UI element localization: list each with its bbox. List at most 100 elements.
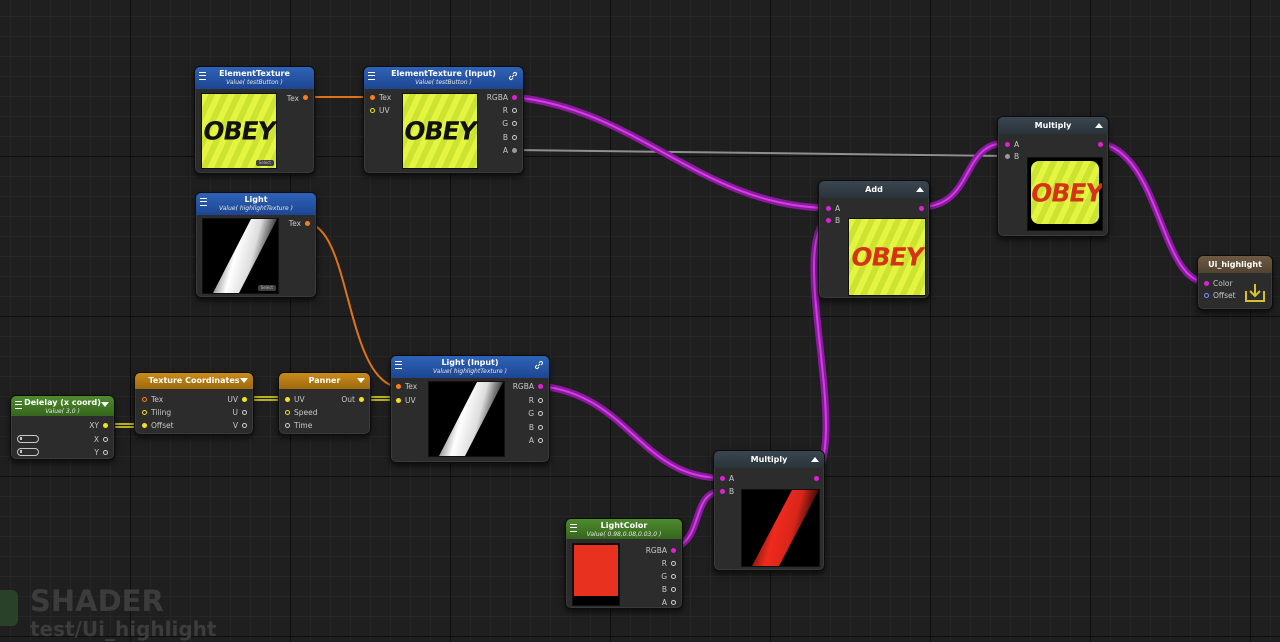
port-label: A [502, 146, 508, 155]
port-uv-output[interactable] [242, 397, 247, 402]
port-label: UV [379, 106, 390, 115]
node-header[interactable]: Texture Coordinates [135, 373, 253, 389]
port-time-input[interactable] [285, 423, 290, 428]
menu-icon[interactable] [199, 72, 206, 80]
color-swatch[interactable] [572, 543, 620, 606]
port-label: Time [294, 421, 313, 430]
node-header[interactable]: Light Value( highlightTexture ) [196, 193, 316, 215]
node-multiply-top[interactable]: Multiply A B OBEY [997, 116, 1109, 237]
port-b-input[interactable] [720, 489, 725, 494]
node-header[interactable]: Multiply [714, 451, 824, 468]
node-title: LightColor [600, 521, 648, 530]
node-header[interactable]: Add [819, 181, 929, 198]
node-light-input[interactable]: Light (Input) Value( highlightTexture ) … [390, 355, 550, 463]
port-tex-output[interactable] [305, 221, 310, 226]
port-a-output[interactable] [538, 438, 543, 443]
port-rgba-output[interactable] [538, 384, 543, 389]
port-offset-input[interactable] [1204, 293, 1209, 298]
port-tex-output[interactable] [303, 95, 308, 100]
node-header[interactable]: Delelay (x coord) Value( 3,0 ) [11, 396, 114, 416]
menu-icon[interactable] [395, 361, 402, 369]
node-add[interactable]: Add A B OBEY [818, 180, 930, 299]
port-a-input[interactable] [720, 476, 725, 481]
node-value: Value( 3,0 ) [45, 408, 80, 415]
port-offset-input[interactable] [142, 423, 147, 428]
x-field[interactable] [17, 435, 39, 443]
port-r-output[interactable] [512, 108, 517, 113]
collapse-icon[interactable] [1095, 123, 1103, 128]
port-label: RGBA [645, 546, 667, 555]
link-icon[interactable] [508, 71, 518, 81]
port-g-output[interactable] [512, 121, 517, 126]
node-header[interactable]: Ui_highlight [1198, 256, 1272, 273]
menu-icon[interactable] [570, 524, 577, 532]
multiply-preview: OBEY [1027, 157, 1103, 231]
node-element-texture[interactable]: ElementTexture Value( testButton ) OBEY … [194, 66, 315, 174]
dropdown-icon[interactable] [101, 402, 109, 407]
node-texture-coordinates[interactable]: Texture Coordinates Tex Tiling Offset UV… [134, 372, 254, 435]
select-button[interactable]: Select [257, 285, 276, 291]
port-b-input[interactable] [826, 218, 831, 223]
port-y-output[interactable] [103, 450, 108, 455]
node-header[interactable]: Panner [279, 373, 370, 389]
node-element-texture-input[interactable]: ElementTexture (Input) Value( testButton… [363, 66, 524, 174]
node-title: Light [244, 195, 268, 204]
port-rgba-output[interactable] [671, 548, 676, 553]
node-header[interactable]: LightColor Value( 0.98,0.08,0.03,0 ) [566, 519, 682, 539]
collapse-icon[interactable] [916, 187, 924, 192]
port-speed-input[interactable] [285, 410, 290, 415]
port-color-input[interactable] [1204, 281, 1209, 286]
port-uv-input[interactable] [370, 108, 375, 113]
port-r-output[interactable] [671, 561, 676, 566]
node-ui-highlight[interactable]: Ui_highlight Color Offset [1197, 255, 1273, 310]
port-tex-input[interactable] [142, 397, 147, 402]
port-b-input[interactable] [1005, 154, 1010, 159]
menu-icon[interactable] [200, 198, 207, 206]
port-output[interactable] [814, 476, 819, 481]
select-button[interactable]: Select [255, 160, 274, 166]
port-a-input[interactable] [826, 206, 831, 211]
node-light[interactable]: Light Value( highlightTexture ) Select T… [195, 192, 317, 298]
node-header[interactable]: Light (Input) Value( highlightTexture ) [391, 356, 549, 378]
port-xy-output[interactable] [103, 423, 108, 428]
port-out-output[interactable] [359, 397, 364, 402]
port-tiling-input[interactable] [142, 410, 147, 415]
link-icon[interactable] [534, 360, 544, 370]
port-a-output[interactable] [512, 148, 517, 153]
menu-icon[interactable] [368, 72, 375, 80]
port-uv-input[interactable] [396, 398, 401, 403]
node-header[interactable]: ElementTexture Value( testButton ) [195, 67, 314, 89]
port-label: B [528, 423, 534, 432]
port-label: A [528, 436, 534, 445]
node-header[interactable]: Multiply [998, 117, 1108, 134]
y-field[interactable] [17, 448, 39, 456]
port-rgba-output[interactable] [512, 95, 517, 100]
port-r-output[interactable] [538, 398, 543, 403]
port-a-output[interactable] [671, 600, 676, 605]
node-panner[interactable]: Panner UV Speed Time Out [278, 372, 371, 435]
node-light-color[interactable]: LightColor Value( 0.98,0.08,0.03,0 ) RGB… [565, 518, 683, 609]
node-header[interactable]: ElementTexture (Input) Value( testButton… [364, 67, 523, 89]
port-output[interactable] [919, 206, 924, 211]
port-u-output[interactable] [242, 410, 247, 415]
port-tex-input[interactable] [370, 95, 375, 100]
port-g-output[interactable] [671, 574, 676, 579]
port-x-output[interactable] [103, 437, 108, 442]
port-tex-input[interactable] [396, 384, 401, 389]
port-g-output[interactable] [538, 411, 543, 416]
port-a-input[interactable] [1005, 142, 1010, 147]
port-v-output[interactable] [242, 423, 247, 428]
dropdown-icon[interactable] [240, 378, 248, 383]
port-b-output[interactable] [512, 135, 517, 140]
port-uv-input[interactable] [285, 397, 290, 402]
dropdown-icon[interactable] [357, 378, 365, 383]
collapse-icon[interactable] [811, 457, 819, 462]
port-b-output[interactable] [671, 587, 676, 592]
port-output[interactable] [1098, 142, 1103, 147]
port-label: U [232, 408, 239, 417]
menu-icon[interactable] [15, 401, 22, 409]
port-b-output[interactable] [538, 425, 543, 430]
node-multiply-bottom[interactable]: Multiply A B [713, 450, 825, 571]
port-label: RGBA [512, 382, 534, 391]
node-delelay[interactable]: Delelay (x coord) Value( 3,0 ) XY X Y [10, 395, 115, 460]
